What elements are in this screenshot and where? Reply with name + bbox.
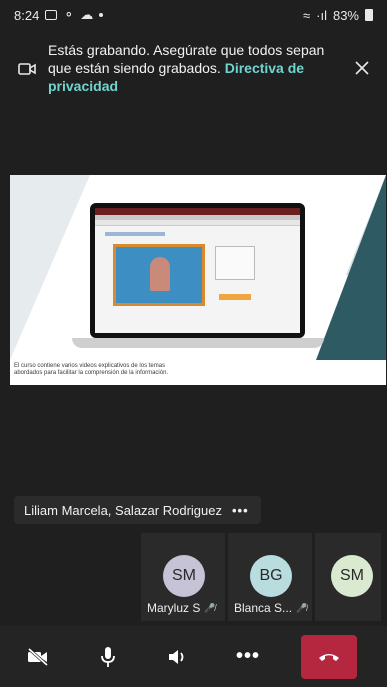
status-left: 8:24 ⚬ ☁	[14, 7, 104, 23]
notification-dot-icon	[99, 13, 104, 17]
course-page	[95, 208, 300, 333]
microphone-icon	[101, 646, 115, 667]
more-options-icon: •••	[235, 645, 260, 667]
browser-bar	[95, 208, 300, 215]
signal-icon: ·ıl	[316, 7, 327, 23]
whatsapp-icon: ⚬	[63, 7, 75, 22]
presenter-name-pill[interactable]: Liliam Marcela, Salazar Rodriguez •••	[14, 496, 261, 524]
slide-band-right	[316, 175, 386, 360]
hang-up-icon	[319, 653, 339, 661]
battery-level: 83%	[332, 7, 359, 23]
video-frame	[116, 247, 202, 303]
avatar: BG	[250, 555, 292, 597]
recording-banner: Estás grabando. Asegúrate que todos sepa…	[10, 36, 382, 102]
slide-band-left	[10, 175, 90, 360]
participant-tile[interactable]: BG Blanca S... 🎤̸	[228, 533, 312, 621]
slide-caption: El curso contiene varios videos explicat…	[14, 363, 169, 376]
course-button	[219, 294, 251, 300]
laptop-screen	[90, 203, 305, 338]
presenter-figure	[150, 257, 170, 291]
microphone-button[interactable]	[76, 635, 140, 679]
presenter-more-options[interactable]: •••	[232, 503, 249, 518]
participant-tile[interactable]: SM	[315, 533, 381, 621]
participant-tiles: SM Maryluz S 🎤̸ BG Blanca S... 🎤̸ SM	[141, 533, 381, 621]
status-time: 8:24	[14, 7, 40, 23]
participant-name-row: Maryluz S 🎤̸	[147, 601, 221, 615]
logo-text: BOGOTÁ	[353, 371, 380, 377]
laptop-base	[72, 338, 324, 348]
wifi-icon: ≈	[302, 7, 311, 23]
status-bar: 8:24 ⚬ ☁ ≈ ·ıl 83%	[0, 0, 387, 30]
participant-name: Blanca S...	[234, 601, 293, 615]
more-options-button[interactable]: •••	[216, 635, 280, 679]
shared-screen: El curso contiene varios videos explicat…	[10, 175, 386, 385]
camera-toggle-button[interactable]	[6, 635, 70, 679]
course-header	[105, 232, 165, 236]
close-banner-button[interactable]	[350, 56, 374, 80]
avatar: SM	[163, 555, 205, 597]
avatar: SM	[331, 555, 373, 597]
mic-off-icon: 🎤̸	[204, 602, 216, 613]
status-right: ≈ ·ıl 83%	[303, 8, 373, 23]
participant-name: Maryluz S	[147, 601, 201, 615]
speaker-button[interactable]	[146, 635, 210, 679]
slide-logos: BOGOTÁ	[354, 371, 380, 377]
presenter-name: Liliam Marcela, Salazar Rodriguez	[24, 502, 222, 518]
browser-nav	[95, 220, 300, 226]
course-text-box	[215, 246, 255, 280]
recording-message: Estás grabando. Asegúrate que todos sepa…	[48, 36, 342, 95]
video-camera-icon	[18, 62, 36, 76]
mic-off-icon: 🎤̸	[296, 602, 308, 613]
speaker-icon	[169, 649, 184, 664]
hang-up-button[interactable]	[301, 634, 357, 679]
course-video-thumbnail	[113, 244, 205, 306]
gallery-icon	[45, 10, 58, 20]
call-toolbar: •••	[0, 626, 387, 687]
participant-name-row: Blanca S... 🎤̸	[234, 601, 308, 615]
close-icon	[355, 61, 369, 75]
cloud-icon: ☁	[80, 7, 94, 22]
battery-icon	[365, 9, 373, 21]
participant-tile[interactable]: SM Maryluz S 🎤̸	[141, 533, 225, 621]
camera-off-icon	[28, 647, 48, 666]
